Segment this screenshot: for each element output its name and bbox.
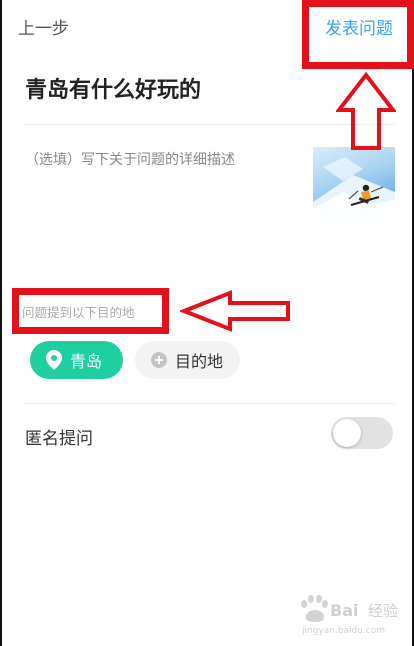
baidu-paw-logo: Bai 经验 jingyan.baidu.com (301, 595, 398, 636)
anonymous-toggle[interactable] (331, 417, 393, 449)
add-destination-label: 目的地 (175, 352, 224, 371)
svg-text:Bai: Bai (330, 601, 358, 620)
destination-tag-label: 青岛 (70, 352, 103, 371)
back-button[interactable]: 上一步 (18, 14, 69, 39)
annotation-box-submit (302, 0, 414, 69)
svg-text:经验: 经验 (368, 602, 398, 620)
add-destination-button[interactable]: 目的地 (135, 341, 240, 379)
anonymous-label: 匿名提问 (25, 429, 93, 449)
tags-divider (25, 403, 395, 404)
svg-text:jingyan.baidu.com: jingyan.baidu.com (301, 626, 385, 636)
destination-tag-qingdao[interactable]: 青岛 (30, 341, 123, 379)
location-pin-icon (46, 350, 62, 370)
annotation-box-destination (12, 288, 169, 334)
left-frame-edge (0, 0, 2, 646)
annotation-arrow-left (180, 290, 290, 332)
question-title[interactable]: 青岛有什么好玩的 (25, 72, 201, 104)
attached-photo-thumbnail[interactable] (313, 147, 395, 226)
baidu-watermark: Bai 经验 jingyan.baidu.com (296, 590, 406, 638)
description-input[interactable]: （选填）写下关于问题的详细描述 (25, 149, 235, 169)
annotation-arrow-up (336, 72, 396, 150)
plus-circle-icon (151, 352, 167, 368)
skier-photo (313, 157, 395, 226)
toggle-knob (333, 419, 361, 447)
